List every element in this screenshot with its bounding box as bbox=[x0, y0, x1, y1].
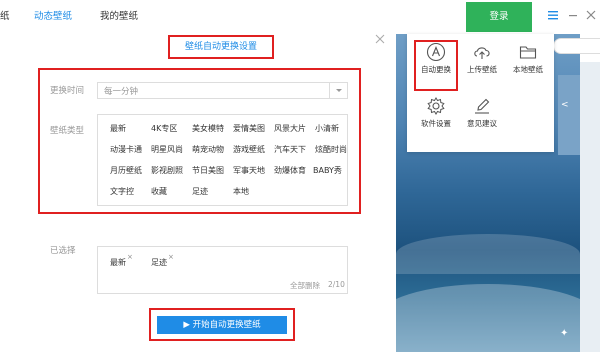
selected-chip[interactable]: 足迹 × bbox=[151, 253, 174, 268]
category-item[interactable]: 游戏壁纸 bbox=[233, 144, 265, 155]
interval-label: 更换时间 bbox=[50, 86, 85, 96]
menu-item-feedback[interactable]: 意见建议 bbox=[460, 96, 504, 144]
category-item[interactable]: 汽车天下 bbox=[274, 144, 306, 155]
category-item[interactable]: 炫酷时尚 bbox=[315, 144, 347, 155]
edit-icon bbox=[475, 98, 490, 114]
selected-list: 最新 × 足迹 × 全部删除 2/10 bbox=[97, 246, 348, 294]
chevron-down-icon bbox=[329, 83, 347, 98]
menu-label: 上传壁纸 bbox=[467, 65, 497, 74]
chip-label: 足迹 bbox=[151, 258, 167, 267]
category-item[interactable]: 小清新 bbox=[315, 123, 339, 134]
menu-label: 软件设置 bbox=[421, 119, 451, 128]
preview-side-bar bbox=[558, 75, 580, 155]
menu-item-upload[interactable]: 上传壁纸 bbox=[460, 42, 504, 90]
watermark-icon: ✦ bbox=[560, 328, 569, 339]
category-item[interactable]: 爱情美图 bbox=[233, 123, 265, 134]
selected-chip[interactable]: 最新 × bbox=[110, 253, 133, 268]
close-window-icon[interactable] bbox=[584, 8, 598, 22]
selected-count: 2/10 bbox=[328, 280, 345, 289]
dialog-title: 壁纸自动更换设置 bbox=[168, 35, 274, 59]
auto-change-dialog: 壁纸自动更换设置 更换时间 每一分钟 壁纸类型 最新 4K专区 美女模特 爱情美… bbox=[0, 28, 395, 352]
preview-wave bbox=[396, 284, 580, 352]
category-item[interactable]: 军事天地 bbox=[233, 165, 265, 176]
wallpaper-app: 纸 动态壁纸 我的壁纸 登录 < ✦ 壁纸自动更换设置 更换时间 每一分钟 壁纸… bbox=[0, 0, 600, 352]
category-item[interactable]: 节日美图 bbox=[192, 165, 224, 176]
menu-item-local[interactable]: 本地壁纸 bbox=[506, 42, 550, 90]
minimize-icon[interactable] bbox=[566, 8, 580, 22]
play-icon: ▶ bbox=[183, 320, 190, 330]
close-icon[interactable] bbox=[374, 33, 386, 45]
category-item[interactable]: 文字控 bbox=[110, 186, 134, 197]
menu-label: 意见建议 bbox=[467, 119, 497, 128]
gear-icon bbox=[427, 97, 445, 115]
category-item[interactable]: 月历壁纸 bbox=[110, 165, 142, 176]
category-item[interactable]: 影视剧照 bbox=[151, 165, 183, 176]
cloud-upload-icon bbox=[474, 47, 490, 59]
preview-edge bbox=[580, 62, 600, 352]
category-item[interactable]: 收藏 bbox=[151, 186, 167, 197]
start-button-label: 开始自动更换壁纸 bbox=[192, 320, 261, 330]
search-box[interactable] bbox=[553, 38, 600, 54]
interval-select[interactable]: 每一分钟 bbox=[97, 82, 348, 99]
category-item[interactable]: 萌宠动物 bbox=[192, 144, 224, 155]
share-icon[interactable]: < bbox=[561, 100, 569, 110]
menu-label: 本地壁纸 bbox=[513, 65, 543, 74]
interval-value: 每一分钟 bbox=[104, 87, 139, 97]
category-label: 壁纸类型 bbox=[50, 126, 85, 136]
category-item[interactable]: 明星风尚 bbox=[151, 144, 183, 155]
preview-wave bbox=[396, 234, 580, 274]
remove-icon[interactable]: × bbox=[127, 253, 133, 261]
category-item[interactable]: 美女模特 bbox=[192, 123, 224, 134]
category-item[interactable]: BABY秀 bbox=[313, 165, 342, 176]
category-item[interactable]: 本地 bbox=[233, 186, 249, 197]
category-item[interactable]: 4K专区 bbox=[151, 123, 177, 134]
chip-label: 最新 bbox=[110, 258, 126, 267]
category-grid: 最新 4K专区 美女模特 爱情美图 风景大片 小清新 动漫卡通 明星风尚 萌宠动… bbox=[97, 114, 348, 206]
category-item[interactable]: 足迹 bbox=[192, 186, 208, 197]
selected-label: 已选择 bbox=[50, 246, 76, 256]
start-auto-change-button[interactable]: ▶ 开始自动更换壁纸 bbox=[157, 316, 287, 334]
category-item[interactable]: 劲爆体育 bbox=[274, 165, 306, 176]
menu-icon[interactable] bbox=[546, 8, 560, 22]
auto-change-highlight bbox=[414, 40, 458, 91]
category-item[interactable]: 最新 bbox=[110, 123, 126, 134]
clear-all-link[interactable]: 全部删除 bbox=[290, 280, 320, 291]
start-highlight: ▶ 开始自动更换壁纸 bbox=[149, 308, 295, 341]
category-item[interactable]: 动漫卡通 bbox=[110, 144, 142, 155]
category-item[interactable]: 风景大片 bbox=[274, 123, 306, 134]
folder-icon bbox=[519, 46, 537, 59]
remove-icon[interactable]: × bbox=[168, 253, 174, 261]
menu-item-settings[interactable]: 软件设置 bbox=[414, 96, 458, 144]
login-button[interactable]: 登录 bbox=[466, 2, 532, 32]
